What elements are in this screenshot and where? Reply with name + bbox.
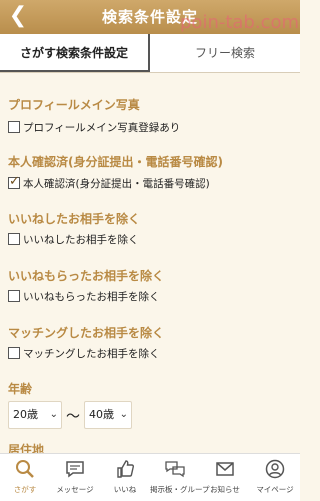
tabbar-item-mypage[interactable]: マイページ	[250, 454, 300, 501]
age-from-select[interactable]: 20歳 ⌄	[8, 401, 62, 429]
checkbox-label-verified: 本人確認済(身分証提出・電話番号確認)	[23, 177, 210, 190]
checkbox-row-exclude-matched[interactable]: マッチングしたお相手を除く	[8, 345, 160, 361]
search-icon	[16, 460, 34, 478]
tabbar-item-board[interactable]: 掲示板・グループ	[150, 454, 210, 501]
checkbox-label-photo: プロフィールメイン写真登録あり	[23, 121, 181, 134]
checkbox-photo[interactable]	[8, 121, 20, 133]
checkbox-row-exclude-liked[interactable]: いいねしたお相手を除く	[8, 231, 139, 247]
age-to-select[interactable]: 40歳 ⌄	[84, 401, 132, 429]
tabbar-label-like: いいね	[113, 485, 137, 494]
tabbar-label-board: 掲示板・グループ	[150, 485, 210, 494]
checkbox-row-verified[interactable]: 本人確認済(身分証提出・電話番号確認)	[8, 174, 210, 191]
checkbox-label-exclude-matched: マッチングしたお相手を除く	[23, 347, 160, 360]
age-separator: 〜	[66, 409, 80, 425]
checkbox-exclude-matched[interactable]	[8, 347, 20, 359]
tab-search-conditions[interactable]: さがす検索条件設定	[0, 34, 150, 72]
checkbox-exclude-received[interactable]	[8, 290, 20, 302]
chevron-down-icon: ⌄	[119, 409, 128, 420]
checkbox-exclude-liked[interactable]	[8, 233, 20, 245]
tabbar-item-search[interactable]: さがす	[0, 454, 50, 501]
section-title-verified: 本人確認済(身分証提出・電話番号確認)	[8, 155, 223, 169]
mail-icon	[216, 462, 234, 476]
board-icon	[165, 461, 185, 478]
checkbox-verified[interactable]	[8, 174, 20, 189]
section-title-exclude-matched: マッチングしたお相手を除く	[8, 326, 165, 340]
section-title-age: 年齢	[8, 382, 33, 396]
person-icon	[265, 459, 285, 479]
tabbar-label-message: メッセージ	[56, 485, 94, 494]
section-title-exclude-received: いいねもらったお相手を除く	[8, 269, 165, 283]
tab-free-search[interactable]: フリー検索	[150, 34, 300, 72]
tabbar-label-notice: お知らせ	[210, 485, 240, 494]
checkbox-row-exclude-received[interactable]: いいねもらったお相手を除く	[8, 288, 160, 304]
tabbar-item-notice[interactable]: お知らせ	[200, 454, 250, 501]
section-title-residence: 居住地	[8, 443, 45, 453]
checkbox-label-exclude-liked: いいねしたお相手を除く	[23, 233, 139, 246]
search-form: プロフィールメイン写真 プロフィールメイン写真登録あり 本人確認済(身分証提出・…	[0, 73, 300, 453]
chevron-down-icon: ⌄	[49, 409, 58, 420]
message-icon	[66, 461, 84, 478]
tabbar-item-message[interactable]: メッセージ	[50, 454, 100, 501]
watermark: poin-tab.com	[180, 12, 300, 33]
header-bar: ❮ 検索条件設定 poin-tab.com	[0, 0, 300, 34]
tabbar-label-search: さがす	[13, 485, 37, 494]
tab-bar: さがす検索条件設定 フリー検索	[0, 34, 300, 73]
checkbox-row-photo[interactable]: プロフィールメイン写真登録あり	[8, 119, 180, 135]
bottom-tab-bar: さがす メッセージ いいね 掲示板・グループ お知らせ マイページ	[0, 453, 300, 501]
tabbar-label-mypage: マイページ	[256, 485, 294, 494]
age-to-value: 40歳	[89, 408, 114, 421]
section-title-exclude-liked: いいねしたお相手を除く	[8, 212, 141, 226]
section-title-photo: プロフィールメイン写真	[8, 98, 140, 112]
thumbs-up-icon	[117, 460, 134, 478]
checkbox-label-exclude-received: いいねもらったお相手を除く	[23, 290, 160, 303]
tabbar-item-like[interactable]: いいね	[100, 454, 150, 501]
age-from-value: 20歳	[13, 408, 38, 421]
